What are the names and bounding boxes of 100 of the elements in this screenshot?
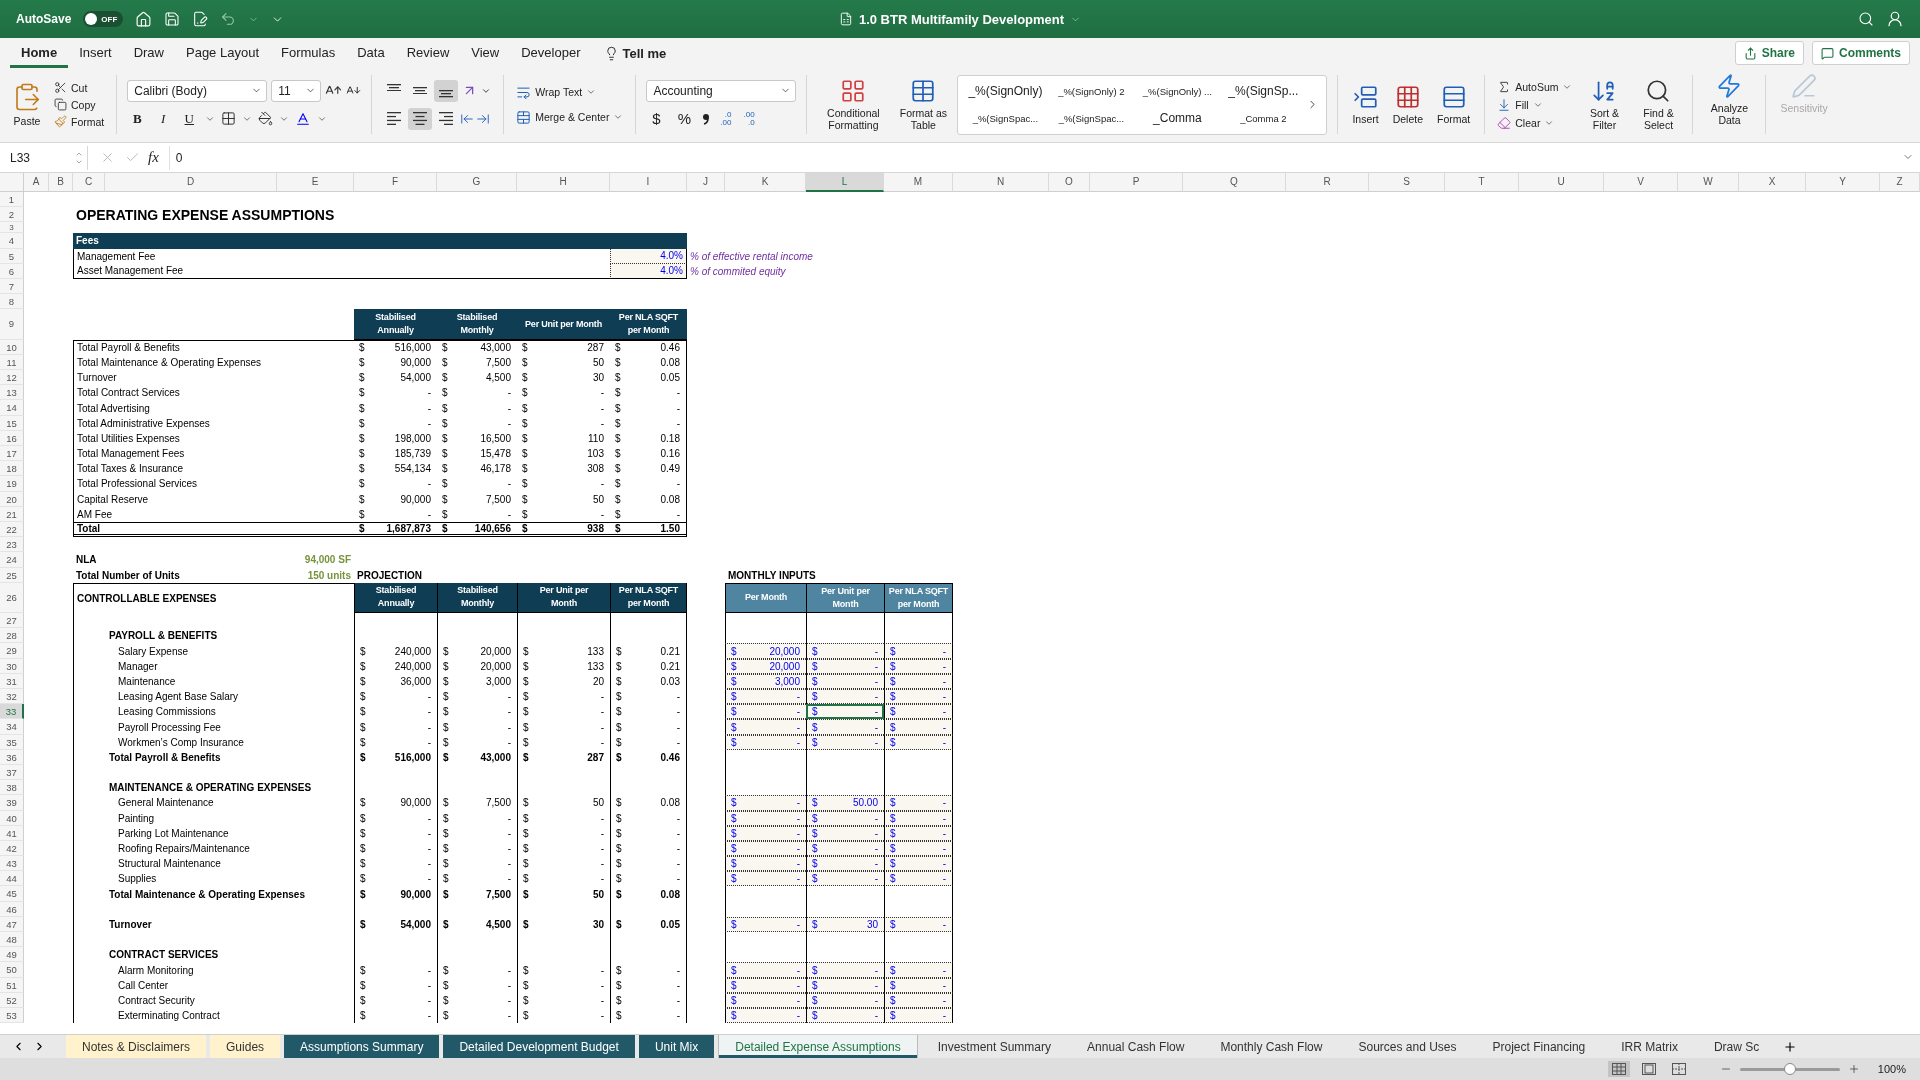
- comments-button[interactable]: Comments: [1812, 41, 1910, 65]
- formula-input[interactable]: 0: [168, 145, 1896, 170]
- column-letter[interactable]: N: [953, 173, 1049, 192]
- cell-style[interactable]: _%(SignOnly) 2: [1048, 83, 1135, 99]
- column-letter[interactable]: R: [1286, 173, 1369, 192]
- input-cell[interactable]: $ -: [806, 871, 884, 887]
- number-button[interactable]: $: [646, 107, 667, 130]
- input-cell[interactable]: $ -: [806, 856, 884, 872]
- input-cell[interactable]: $ -: [725, 795, 806, 811]
- column-letter[interactable]: T: [1445, 173, 1519, 192]
- edit-icon[interactable]: [192, 11, 209, 27]
- column-letter[interactable]: J: [687, 173, 725, 192]
- row-number[interactable]: 19: [0, 476, 24, 492]
- editing-button[interactable]: Clear: [1495, 114, 1575, 131]
- row-number[interactable]: 24: [0, 552, 24, 568]
- cell-style[interactable]: _%(SignSpac...: [1048, 110, 1135, 126]
- row-number[interactable]: 44: [0, 871, 24, 887]
- sheet-tab[interactable]: Detailed Development Budget: [443, 1035, 635, 1058]
- merge-button[interactable]: Merge & Center: [514, 108, 626, 126]
- editing-button[interactable]: AutoSum: [1495, 78, 1575, 95]
- input-cell[interactable]: $ 50.00: [806, 795, 884, 811]
- input-cell[interactable]: $ -: [884, 962, 953, 978]
- input-cell[interactable]: $ 20,000: [725, 643, 806, 659]
- row-number[interactable]: 29: [0, 643, 24, 659]
- column-letter[interactable]: Z: [1880, 173, 1920, 192]
- cell-style[interactable]: _%(SignSpac...: [962, 110, 1049, 126]
- comma-style-icon[interactable]: [702, 112, 711, 125]
- paintbrush-icon[interactable]: [54, 115, 67, 128]
- font-size-select[interactable]: 11: [271, 79, 322, 102]
- input-cell[interactable]: $ -: [884, 689, 953, 705]
- input-cell[interactable]: $ -: [725, 962, 806, 978]
- bold-button[interactable]: B: [127, 107, 148, 130]
- input-cell[interactable]: $ -: [884, 795, 953, 811]
- name-box[interactable]: L33: [4, 145, 88, 170]
- underline-button[interactable]: U: [179, 107, 200, 130]
- sheet-tab[interactable]: Unit Mix: [638, 1035, 715, 1058]
- copy-icon[interactable]: [54, 98, 67, 111]
- row-number[interactable]: 1: [0, 192, 24, 208]
- input-cell[interactable]: $ -: [725, 689, 806, 705]
- menu-tab[interactable]: Developer: [510, 38, 592, 68]
- cells-button[interactable]: Format: [1433, 82, 1475, 127]
- conditional-formatting-button[interactable]: Conditional Formatting: [817, 76, 890, 133]
- decimal-button[interactable]: .0 .00: [718, 110, 734, 127]
- fill-color-icon[interactable]: [258, 111, 274, 126]
- cells-button[interactable]: Delete: [1388, 82, 1427, 127]
- column-letter[interactable]: M: [884, 173, 953, 192]
- fx-label[interactable]: fx: [148, 149, 159, 166]
- menu-tab[interactable]: Review: [395, 38, 461, 68]
- clipboard-button[interactable]: Cut: [52, 80, 107, 95]
- menu-tab[interactable]: Draw: [122, 38, 175, 68]
- menu-tab[interactable]: View: [460, 38, 511, 68]
- font-select[interactable]: Calibri (Body): [127, 79, 268, 102]
- input-cell[interactable]: $ -: [725, 871, 806, 887]
- input-cell[interactable]: $ -: [884, 856, 953, 872]
- sheet-tab[interactable]: Detailed Expense Assumptions: [718, 1035, 918, 1058]
- sheet-tab[interactable]: IRR Matrix: [1605, 1035, 1694, 1058]
- column-letter[interactable]: H: [517, 173, 610, 192]
- column-letter[interactable]: A: [24, 173, 49, 192]
- row-number[interactable]: 43: [0, 856, 24, 872]
- row-number[interactable]: 26: [0, 582, 24, 614]
- input-cell[interactable]: $ -: [725, 916, 806, 933]
- row-number[interactable]: 23: [0, 537, 24, 553]
- menu-tab[interactable]: Insert: [68, 38, 123, 68]
- row-number[interactable]: 50: [0, 962, 24, 978]
- row-number[interactable]: 33: [0, 704, 24, 720]
- sheet-tab[interactable]: Guides: [210, 1035, 281, 1058]
- row-number[interactable]: 4: [0, 233, 24, 249]
- row-number[interactable]: 48: [0, 932, 24, 948]
- input-cell[interactable]: $ -: [806, 704, 884, 720]
- row-number[interactable]: 49: [0, 947, 24, 963]
- column-letter[interactable]: U: [1519, 173, 1604, 192]
- increase-indent-icon[interactable]: [476, 111, 491, 126]
- sheet-tab[interactable]: Monthly Cash Flow: [1204, 1035, 1339, 1058]
- row-number[interactable]: 9: [0, 309, 24, 340]
- input-cell[interactable]: $ -: [806, 689, 884, 705]
- input-cell[interactable]: $ 30: [806, 916, 884, 933]
- column-letter[interactable]: E: [277, 173, 354, 192]
- input-cell[interactable]: $ -: [806, 719, 884, 735]
- decrease-indent-icon[interactable]: [460, 111, 475, 126]
- column-letter[interactable]: K: [725, 173, 806, 192]
- sheet-tab[interactable]: Notes & Disclaimers: [66, 1035, 207, 1058]
- number-button[interactable]: %: [674, 107, 695, 130]
- clipboard-button[interactable]: Format: [52, 114, 107, 129]
- input-cell[interactable]: $ -: [725, 856, 806, 872]
- menu-tab[interactable]: Formulas: [270, 38, 347, 68]
- column-letter[interactable]: I: [610, 173, 687, 192]
- column-letter[interactable]: X: [1739, 173, 1806, 192]
- input-cell[interactable]: $ -: [884, 719, 953, 735]
- input-cell[interactable]: $ -: [884, 643, 953, 659]
- column-letter[interactable]: C: [73, 173, 105, 192]
- column-letter[interactable]: D: [105, 173, 277, 192]
- home-icon[interactable]: [135, 10, 153, 28]
- row-number[interactable]: 32: [0, 689, 24, 705]
- row-number[interactable]: 34: [0, 719, 24, 735]
- cell-style[interactable]: _Comma 2: [1220, 110, 1307, 126]
- sheet-tab[interactable]: Investment Summary: [921, 1035, 1068, 1058]
- row-number[interactable]: 14: [0, 400, 24, 416]
- analyze-data-button[interactable]: Analyze Data: [1703, 71, 1756, 138]
- sort-filter-button[interactable]: Sort & Filter: [1580, 76, 1629, 133]
- find-select-button[interactable]: Find & Select: [1634, 76, 1683, 133]
